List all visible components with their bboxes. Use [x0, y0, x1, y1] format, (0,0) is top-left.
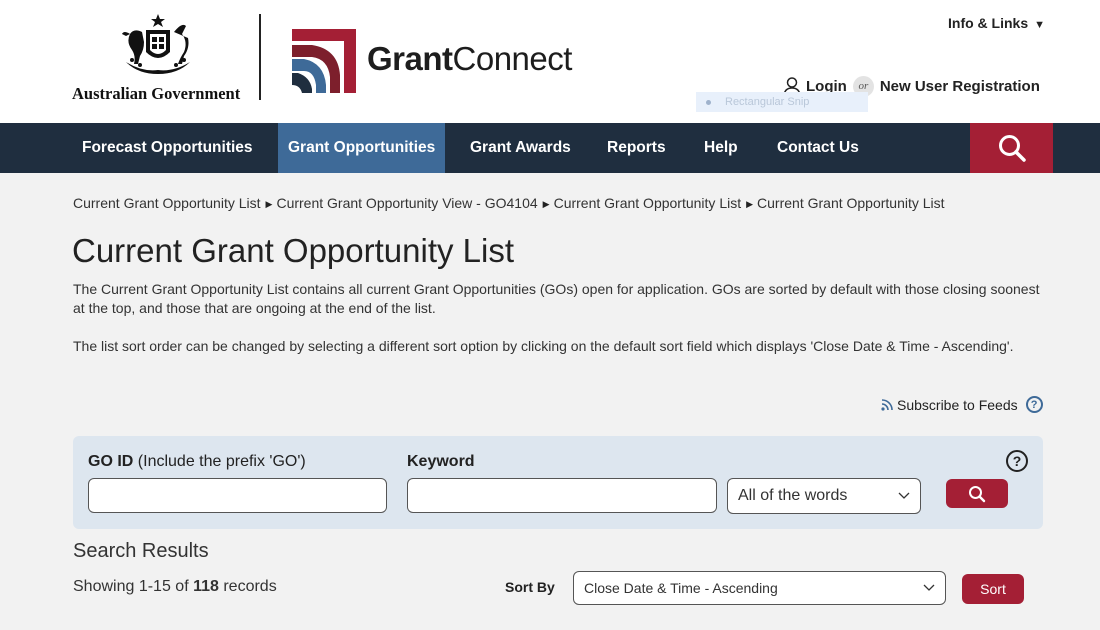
caret-down-icon: ▼: [1034, 19, 1046, 31]
sort-select-value: Close Date & Time - Ascending: [584, 580, 778, 596]
search-submit-button[interactable]: [946, 479, 1008, 508]
nav-grant-opportunities[interactable]: Grant Opportunities: [278, 123, 446, 173]
go-id-hint: (Include the prefix 'GO'): [137, 453, 306, 470]
header-divider: [259, 14, 261, 100]
breadcrumb-item-current: Current Grant Opportunity List: [757, 195, 945, 211]
keyword-label: Keyword: [407, 453, 475, 471]
register-link[interactable]: New User Registration: [880, 78, 1040, 95]
site-search-button[interactable]: [970, 123, 1053, 173]
breadcrumb: Current Grant Opportunity List ▶ Current G…: [73, 195, 945, 211]
search-panel: GO ID (Include the prefix 'GO') Keyword …: [73, 436, 1043, 529]
triangle-right-icon: ▶: [265, 199, 273, 209]
keyword-match-value: All of the words: [738, 487, 848, 504]
brand-bold: Grant: [367, 40, 453, 77]
search-icon: [969, 485, 986, 502]
rectangular-snip-overlay: Rectangular Snip: [696, 92, 868, 112]
sort-by-label: Sort By: [505, 579, 555, 595]
intro-text: The Current Grant Opportunity List conta…: [73, 281, 1040, 316]
go-id-input[interactable]: [88, 478, 387, 513]
subscribe-feeds-link[interactable]: Subscribe to Feeds: [897, 397, 1018, 413]
snip-label: Rectangular Snip: [725, 96, 810, 108]
nav-contact-us[interactable]: Contact Us: [777, 123, 859, 173]
keyword-label-text: Keyword: [407, 453, 475, 470]
search-icon: [998, 135, 1026, 162]
snip-dot-icon: [706, 99, 711, 105]
site-header: Australian Government GrantConnect Info …: [0, 0, 1100, 123]
subscribe-feeds: Subscribe to Feeds ?: [881, 396, 1043, 413]
search-results-heading: Search Results: [73, 540, 209, 562]
breadcrumb-item[interactable]: Current Grant Opportunity View - GO4104: [276, 195, 537, 211]
sort-instructions-text: The list sort order can be changed by se…: [73, 338, 1014, 354]
feeds-help-icon[interactable]: ?: [1025, 396, 1043, 413]
triangle-right-icon: ▶: [746, 199, 754, 209]
chevron-down-icon: [898, 492, 910, 499]
results-total: 118: [193, 578, 219, 595]
sort-select[interactable]: Close Date & Time - Ascending: [573, 571, 946, 605]
breadcrumb-item[interactable]: Current Grant Opportunity List: [554, 195, 742, 211]
results-count: Showing 1-15 of 118 records: [73, 578, 277, 596]
results-count-prefix: Showing 1-15 of: [73, 578, 194, 595]
nav-grant-awards[interactable]: Grant Awards: [470, 123, 571, 173]
main-nav: Forecast Opportunities Grant Opportuniti…: [0, 123, 1100, 173]
grantconnect-wordmark[interactable]: GrantConnect: [367, 40, 572, 78]
triangle-right-icon: ▶: [542, 199, 550, 209]
nav-reports[interactable]: Reports: [607, 123, 666, 173]
nav-help[interactable]: Help: [704, 123, 738, 173]
brand-light: Connect: [452, 40, 573, 77]
coat-of-arms-icon: [122, 14, 190, 74]
australian-government-logo[interactable]: Australian Government: [72, 12, 244, 104]
chevron-down-icon: [923, 584, 935, 591]
info-links-menu[interactable]: Info & Links ▼: [948, 15, 1045, 31]
breadcrumb-item[interactable]: Current Grant Opportunity List: [73, 195, 261, 211]
go-id-label-text: GO ID: [88, 453, 134, 470]
keyword-match-select[interactable]: All of the words: [727, 478, 921, 514]
sort-button[interactable]: Sort: [962, 574, 1024, 604]
go-id-label: GO ID (Include the prefix 'GO'): [88, 453, 306, 471]
page-title: Current Grant Opportunity List: [72, 232, 515, 269]
grantconnect-logo-icon[interactable]: [290, 27, 358, 93]
keyword-input[interactable]: [407, 478, 717, 513]
search-help-icon[interactable]: ?: [1006, 450, 1028, 472]
nav-forecast-opportunities[interactable]: Forecast Opportunities: [82, 123, 253, 173]
rss-icon: [881, 398, 893, 411]
results-count-suffix: records: [218, 578, 277, 595]
info-links-label: Info & Links: [948, 15, 1029, 31]
govt-logo-text: Australian Government: [72, 84, 241, 103]
